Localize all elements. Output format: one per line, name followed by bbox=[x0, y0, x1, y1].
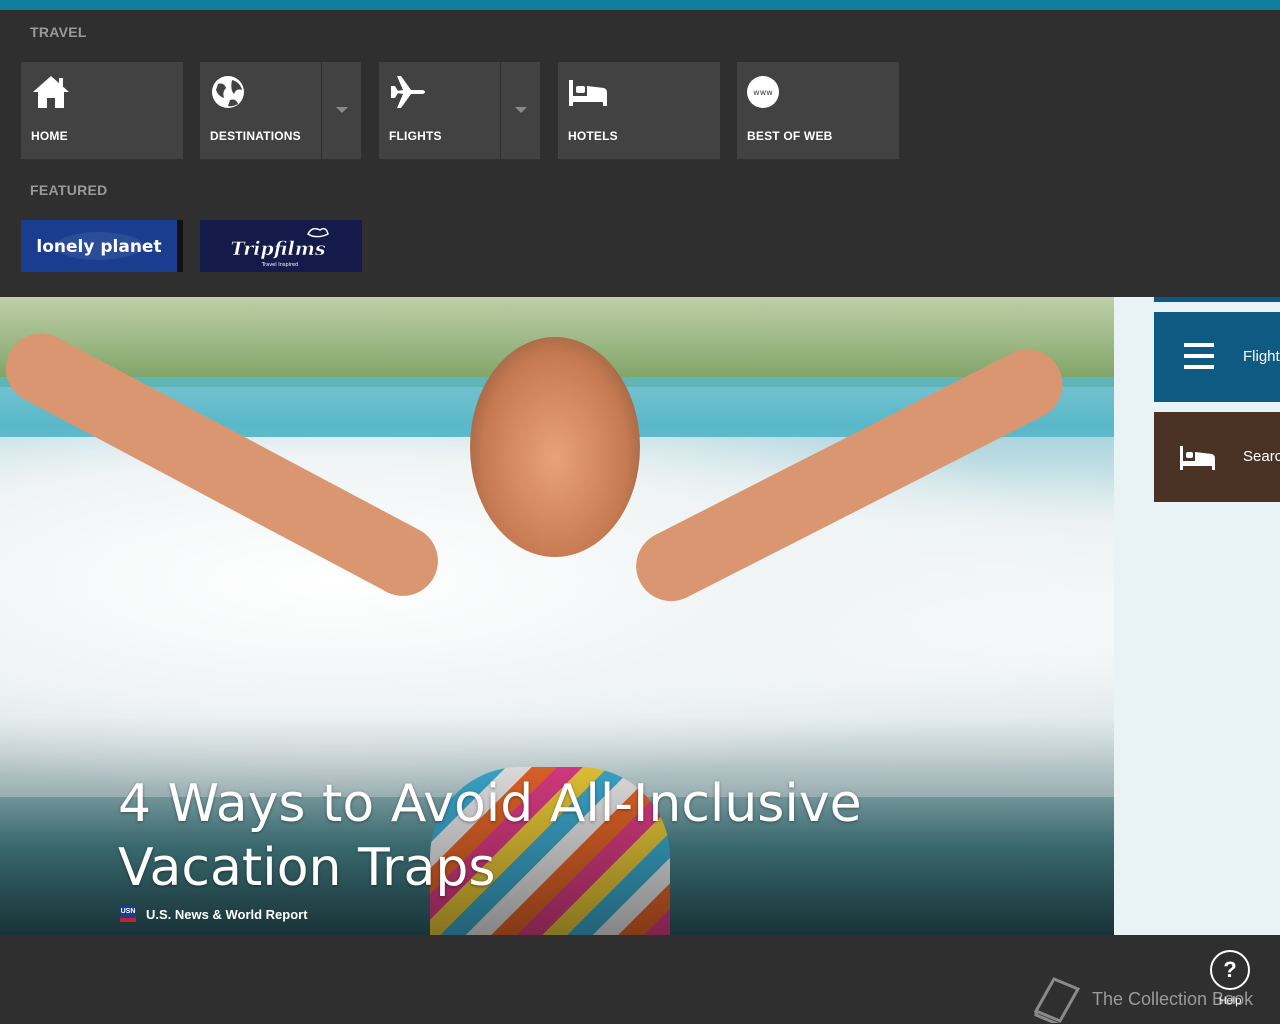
help-icon: ? bbox=[1210, 950, 1250, 990]
www-icon: www bbox=[747, 76, 779, 108]
nav-tile-flights[interactable]: FLIGHTS bbox=[379, 62, 540, 159]
nav-tile-destinations-main[interactable]: DESTINATIONS bbox=[200, 62, 320, 159]
airplane-icon bbox=[391, 76, 425, 108]
featured-tripfilms[interactable]: Tripfilms Travel Inspired bbox=[200, 220, 362, 272]
tripfilms-logo-text: Tripfilms bbox=[230, 238, 325, 260]
usnews-logo-icon: USN bbox=[120, 906, 136, 922]
lonely-planet-logo-text: lonely planet bbox=[36, 237, 161, 257]
side-panel: Flight Searc bbox=[1114, 297, 1280, 935]
side-tile-flight[interactable]: Flight bbox=[1154, 312, 1280, 402]
nav-tile-hotels-main[interactable]: HOTELS bbox=[558, 62, 720, 159]
hero-source-name: U.S. News & World Report bbox=[146, 906, 308, 922]
book-icon bbox=[1033, 977, 1080, 1023]
menu-icon bbox=[1184, 343, 1214, 369]
side-tile-search[interactable]: Searc bbox=[1154, 412, 1280, 502]
nav-tile-best-of-web-main[interactable]: www BEST OF WEB bbox=[737, 62, 899, 159]
help-button[interactable]: ? Help bbox=[1210, 950, 1250, 1020]
nav-tile-best-of-web[interactable]: www BEST OF WEB bbox=[737, 62, 899, 159]
accent-top-bar bbox=[0, 0, 1280, 10]
featured-section-label: FEATURED bbox=[30, 182, 108, 198]
side-tile-flight-label: Flight bbox=[1243, 348, 1280, 365]
nav-tile-home[interactable]: HOME bbox=[21, 62, 183, 159]
flights-dropdown-button[interactable] bbox=[500, 62, 540, 159]
side-tile-search-label: Searc bbox=[1243, 448, 1280, 465]
nav-tile-home-label: HOME bbox=[31, 129, 68, 143]
nav-tile-destinations-label: DESTINATIONS bbox=[210, 129, 301, 143]
lonely-planet-logo: lonely planet bbox=[36, 232, 162, 260]
chevron-down-icon bbox=[336, 107, 348, 113]
nav-tile-destinations[interactable]: DESTINATIONS bbox=[200, 62, 361, 159]
tripfilms-tagline: Travel Inspired bbox=[261, 262, 298, 268]
nav-tile-flights-main[interactable]: FLIGHTS bbox=[379, 62, 499, 159]
featured-lonely-planet[interactable]: lonely planet bbox=[21, 220, 183, 272]
globe-icon bbox=[212, 76, 244, 108]
nav-tile-hotels-label: HOTELS bbox=[568, 129, 618, 143]
home-icon bbox=[33, 76, 69, 108]
bed-icon bbox=[1180, 446, 1215, 470]
svg-text:www: www bbox=[753, 88, 773, 97]
chevron-down-icon bbox=[515, 107, 527, 113]
hero-headline[interactable]: 4 Ways to Avoid All-Inclusive Vacation T… bbox=[118, 772, 918, 900]
nav-tile-best-of-web-label: BEST OF WEB bbox=[747, 129, 833, 143]
tripfilms-logo: Tripfilms Travel Inspired bbox=[230, 227, 329, 268]
travel-section-label: TRAVEL bbox=[30, 24, 87, 40]
nav-tile-hotels[interactable]: HOTELS bbox=[558, 62, 720, 159]
nav-panel: TRAVEL HOME DESTINATIONS FLIGHTS HOTELS … bbox=[0, 10, 1280, 297]
bed-icon bbox=[569, 80, 607, 106]
nav-tile-home-main[interactable]: HOME bbox=[21, 62, 183, 159]
help-label: Help bbox=[1218, 995, 1242, 1007]
hero-image-face bbox=[470, 337, 640, 557]
side-tile-edge bbox=[1154, 297, 1280, 302]
destinations-dropdown-button[interactable] bbox=[321, 62, 361, 159]
nav-tile-flights-label: FLIGHTS bbox=[389, 129, 442, 143]
hero-source: USN U.S. News & World Report bbox=[120, 905, 308, 923]
